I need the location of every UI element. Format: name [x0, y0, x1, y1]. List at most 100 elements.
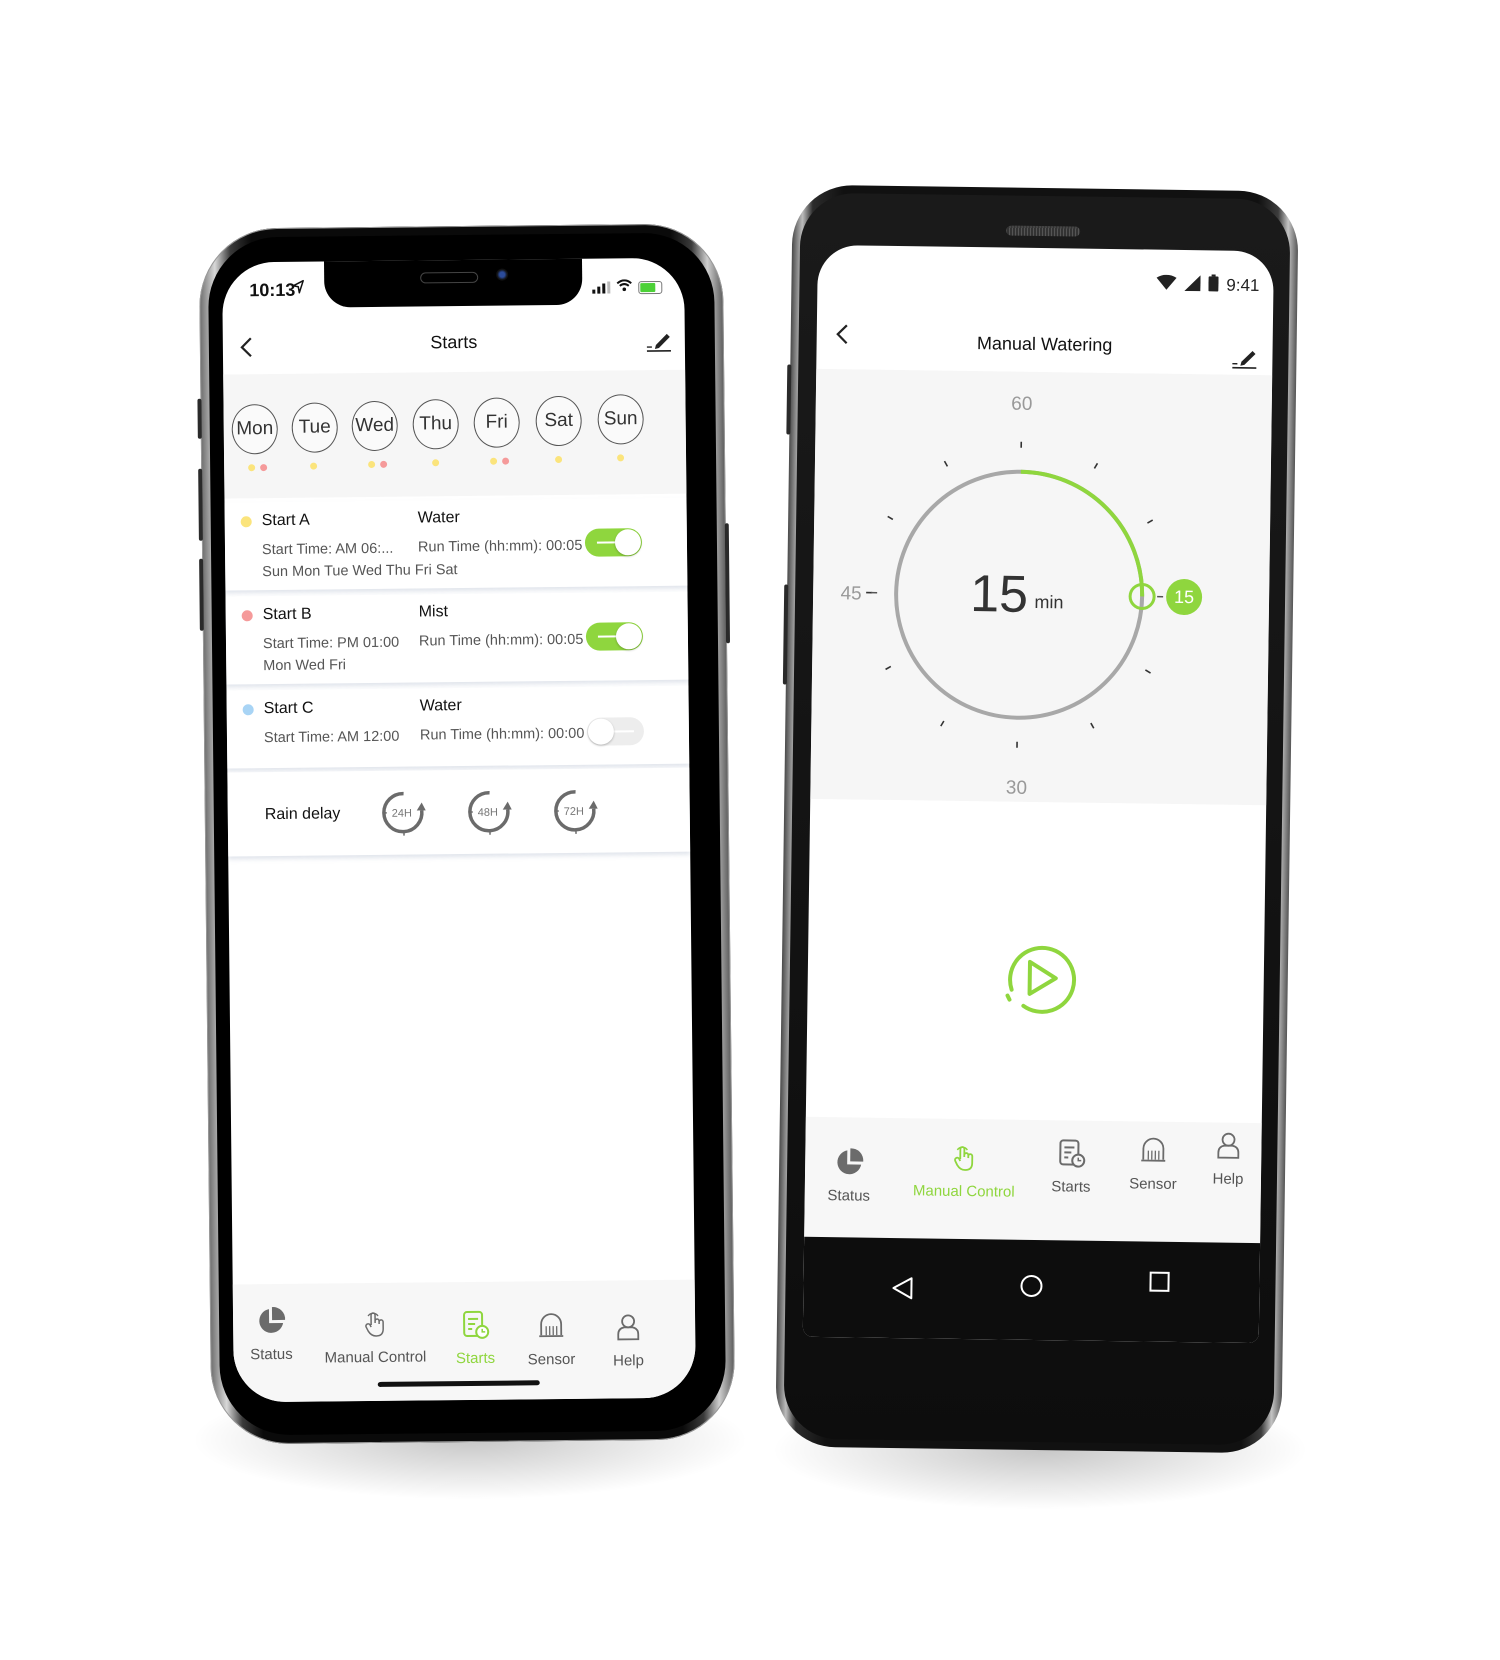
day-start-dots-fri [490, 457, 510, 465]
start-days: Sun Mon Tue Wed Thu Fri Sat [262, 562, 458, 581]
day-button-sun[interactable]: Sun [597, 394, 644, 445]
edit-pencil-icon[interactable] [645, 326, 673, 354]
start-a-dot [490, 457, 498, 465]
start-name: Start C [263, 699, 314, 718]
tab-status[interactable]: Status [821, 1147, 878, 1205]
wifi-icon [1156, 274, 1177, 295]
day-start-dots-wed [368, 460, 388, 469]
hand-pointer-icon [365, 1312, 384, 1337]
day-button-fri[interactable]: Fri [473, 397, 520, 448]
tab-label: Status [827, 1187, 871, 1205]
tab-manual-control[interactable]: Manual Control [905, 1142, 1024, 1201]
timer-value: 15 [970, 565, 1029, 624]
rain-delay-cycle-icon: 48H [468, 791, 512, 835]
home-indicator[interactable] [377, 1380, 540, 1387]
android-device: 9:41 Manual Watering 15 60 30 45 15 min [775, 184, 1299, 1454]
front-camera [496, 268, 509, 281]
tab-sensor[interactable]: Sensor [521, 1311, 582, 1369]
tab-label: Status [250, 1345, 293, 1364]
day-button-thu[interactable]: Thu [412, 399, 459, 450]
start-card-a[interactable]: Start A Water Start Time: AM 06:... Run … [224, 497, 688, 591]
rain-delay-24h-button[interactable]: 24H [380, 788, 429, 837]
dial-tick [940, 720, 945, 727]
start-a-dot [555, 455, 563, 464]
timer-dial[interactable]: 15 60 30 45 15 min [810, 369, 1272, 805]
pie-chart-icon [837, 1148, 864, 1175]
tab-starts[interactable]: Starts [445, 1310, 506, 1368]
start-type: Mist [418, 603, 449, 621]
tab-bar: Status Manual Control Starts Sensor Help [804, 1116, 1262, 1244]
hand-pointer-icon [954, 1146, 974, 1171]
rain-delay-option-text: 48H [478, 807, 498, 819]
toggle-knob [615, 623, 643, 650]
play-button[interactable] [997, 937, 1078, 1018]
rain-delay-card: Rain delay 24H 48H 72H [227, 767, 691, 857]
start-color-dot [242, 704, 254, 716]
start-type: Water [419, 697, 462, 715]
start-b-toggle[interactable] [585, 622, 644, 651]
back-triangle-icon[interactable] [889, 1274, 917, 1302]
page-title: Manual Watering [976, 333, 1113, 356]
start-name: Start B [262, 605, 312, 624]
iphone-device: 10:13 Starts Mon Tue Wed Thu Fri Sat Sun… [197, 223, 736, 1445]
start-a-dot [617, 454, 625, 462]
day-button-tue[interactable]: Tue [291, 402, 338, 453]
iphone-screen: 10:13 Starts Mon Tue Wed Thu Fri Sat Sun… [222, 257, 696, 1403]
tab-manual-control[interactable]: Manual Control [319, 1308, 432, 1367]
start-c-toggle[interactable] [586, 717, 645, 746]
rain-delay-cycle-icon: 24H [382, 791, 426, 836]
tab-label: Manual Control [912, 1182, 1015, 1201]
day-button-wed[interactable]: Wed [351, 400, 398, 452]
tab-label: Manual Control [324, 1348, 427, 1367]
page-title: Starts [430, 331, 478, 353]
day-button-sat[interactable]: Sat [535, 395, 582, 447]
start-card-b[interactable]: Start B Mist Start Time: PM 01:00 Run Ti… [225, 591, 689, 685]
battery-icon [1208, 274, 1219, 296]
day-label: Mon [236, 418, 274, 440]
schedule-doc-clock-icon [463, 1310, 490, 1339]
dial-tick [943, 460, 949, 467]
day-label: Sat [544, 409, 574, 432]
tab-label: Sensor [1129, 1175, 1177, 1193]
tab-starts[interactable]: Starts [1041, 1138, 1102, 1196]
timer-unit: min [1034, 592, 1063, 612]
pie-chart-icon [259, 1307, 286, 1333]
day-start-dots-tue [310, 462, 318, 470]
tab-help[interactable]: Help [603, 1312, 654, 1370]
day-label: Fri [485, 411, 508, 433]
status-bar: 9:41 [1156, 274, 1260, 297]
day-start-dots-sat [555, 455, 563, 464]
schedule-doc-clock-icon [1059, 1139, 1086, 1168]
tab-sensor[interactable]: Sensor [1123, 1135, 1184, 1193]
start-a-toggle[interactable] [584, 528, 643, 557]
earpiece-speaker [1006, 225, 1081, 237]
start-type: Water [417, 509, 460, 527]
recents-square-icon[interactable] [1145, 1268, 1173, 1296]
tab-label: Help [1212, 1170, 1244, 1188]
tab-help[interactable]: Help [1203, 1130, 1254, 1188]
android-bixby-button [786, 364, 792, 435]
play-circle-icon [1005, 945, 1077, 1014]
day-button-mon[interactable]: Mon [231, 403, 279, 455]
tab-label: Sensor [527, 1350, 576, 1369]
edit-pencil-icon[interactable] [1230, 343, 1258, 371]
rain-delay-option-text: 72H [564, 806, 584, 818]
dial-tick [1090, 722, 1095, 729]
home-circle-icon[interactable] [1017, 1272, 1045, 1300]
start-a-dot [310, 462, 318, 470]
toggle-knob [587, 718, 615, 745]
tab-label: Starts [455, 1349, 496, 1368]
tab-status[interactable]: Status [243, 1306, 300, 1364]
start-b-dot [502, 457, 510, 465]
rain-delay-48h-button[interactable]: 48H [466, 788, 515, 837]
day-label: Thu [419, 413, 453, 435]
start-name: Start A [261, 511, 310, 530]
day-selector: Mon Tue Wed Thu Fri Sat Sun [223, 369, 687, 499]
rain-delay-72h-button[interactable]: 72H [552, 787, 601, 836]
toggle-track-line [613, 730, 634, 733]
nav-bar: Manual Watering [816, 311, 1273, 373]
dial-tick [1144, 669, 1151, 674]
day-start-dots-thu [432, 459, 440, 467]
start-card-c[interactable]: Start C Water Start Time: AM 12:00 Run T… [226, 685, 690, 769]
rain-delay-option-text: 24H [392, 808, 412, 820]
